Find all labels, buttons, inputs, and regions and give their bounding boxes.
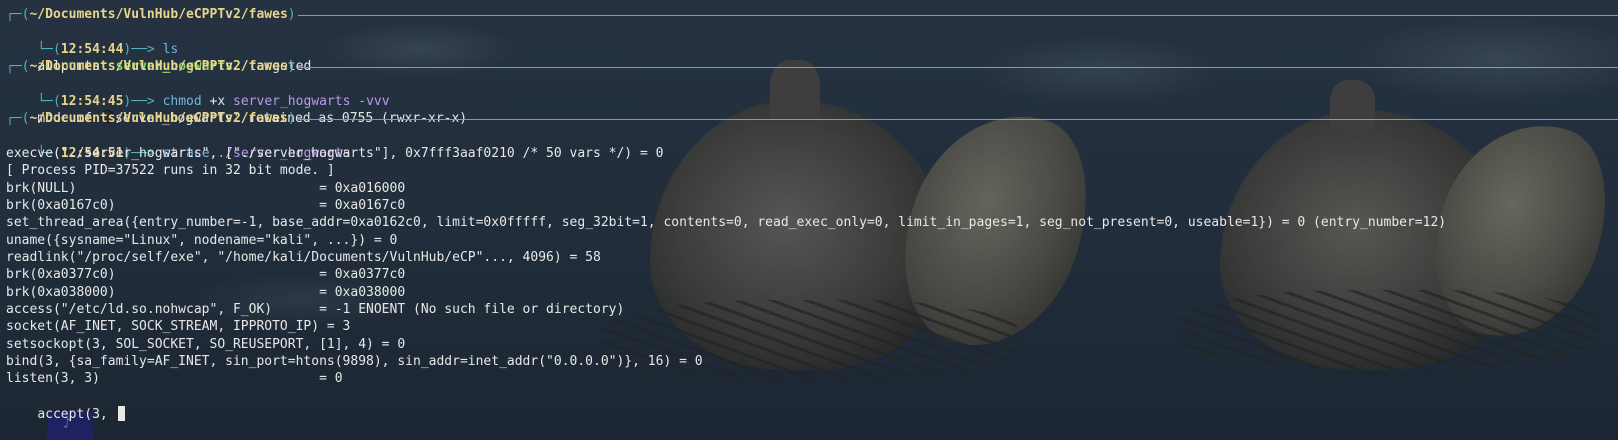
command-output: mode of server_hogwarts' retained as 075…: [37, 110, 468, 126]
strace-output-line: readlink("/proc/self/exe", "/home/kali/D…: [6, 250, 601, 265]
strace-output-line: socket(AF_INET, SOCK_STREAM, IPPROTO_IP)…: [6, 319, 351, 334]
strace-output-line: access("/etc/ld.so.nohwcap", F_OK) = -1 …: [6, 302, 625, 317]
command-output: allports server_hogwarts targeted: [6, 40, 311, 74]
prompt-path: ~/Documents/VulnHub/eCPPTv2/fawes: [29, 7, 288, 22]
prompt-rule: [297, 118, 1618, 120]
prompt-rule: [297, 66, 1618, 68]
prompt-line: └─(12:54:51)──> strace ./server_hogwarts: [37, 146, 351, 161]
strace-output-line: setsockopt(3, SOL_SOCKET, SO_REUSEPORT, …: [6, 337, 406, 352]
strace-output-line: brk(0xa038000) = 0xa038000: [6, 285, 406, 300]
prompt-header: ┌─(~/Documents/VulnHub/eCPPTv2/fawes): [6, 58, 1618, 76]
prompt-corner: ┌─(: [6, 7, 30, 22]
strace-output-line: listen(3, 3) = 0: [6, 371, 343, 386]
strace-output-line: bind(3, {sa_family=AF_INET, sin_port=hto…: [6, 354, 703, 369]
strace-output-line: brk(0xa0377c0) = 0xa0377c0: [6, 267, 406, 282]
strace-output-line: [ Process PID=37522 runs in 32 bit mode.…: [6, 163, 335, 178]
strace-output-line: set_thread_area({entry_number=-1, base_a…: [6, 215, 1447, 230]
prompt-rule: [297, 14, 1618, 16]
text-cursor: [117, 406, 125, 421]
prompt-line: └─(12:54:44)──> ls: [6, 23, 178, 57]
prompt-line: └─(12:54:45)──> chmod +x server_hogwarts…: [37, 94, 390, 109]
strace-output-line: brk(0xa0167c0) = 0xa0167c0: [6, 198, 406, 213]
prompt-path: ~/Documents/VulnHub/eCPPTv2/fawes: [29, 59, 288, 74]
strace-output-line: execve("./server_hogwarts", ["./server_h…: [6, 146, 664, 161]
strace-output-line: uname({sysname="Linux", nodename="kali",…: [6, 233, 398, 248]
terminal-input-line[interactable]: accept(3,: [6, 388, 125, 422]
prompt-header: ┌─(~/Documents/VulnHub/eCPPTv2/fawes): [6, 6, 1618, 24]
prompt-header: ┌─(~/Documents/VulnHub/eCPPTv2/fawes): [6, 110, 1618, 128]
prompt-path: ~/Documents/VulnHub/eCPPTv2/fawes: [29, 111, 288, 126]
strace-output-line: brk(NULL) = 0xa016000: [6, 181, 406, 196]
terminal-window[interactable]: ┌─(~/Documents/VulnHub/eCPPTv2/fawes) └─…: [0, 0, 1618, 440]
strace-pending-line: accept(3,: [37, 407, 116, 422]
